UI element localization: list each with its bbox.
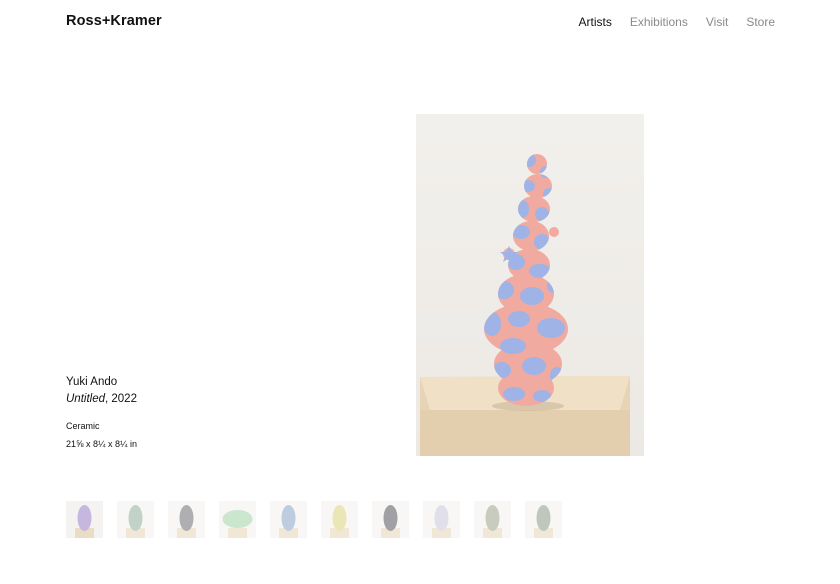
artwork-year: , 2022 xyxy=(105,393,137,405)
thumbnail-image xyxy=(534,505,553,538)
thumbnail-image xyxy=(177,505,196,538)
thumbnail-8[interactable] xyxy=(423,501,460,538)
ceramic-sculpture-image xyxy=(420,154,630,456)
artist-name[interactable]: Yuki Ando xyxy=(66,376,137,388)
thumbnail-6[interactable] xyxy=(321,501,358,538)
thumbnail-image xyxy=(432,505,451,538)
thumbnail-image xyxy=(279,505,298,538)
artwork-caption: Yuki Ando Untitled, 2022 Ceramic 21⅝ x 8… xyxy=(66,376,137,449)
nav-artists-link[interactable]: Artists xyxy=(578,15,611,29)
thumbnail-image xyxy=(330,505,349,538)
thumbnail-9[interactable] xyxy=(474,501,511,538)
artwork-dimensions: 21⅝ x 8¼ x 8¼ in xyxy=(66,439,138,449)
thumbnail-strip xyxy=(66,501,562,538)
thumbnail-10[interactable] xyxy=(525,501,562,538)
site-logo[interactable]: Ross+Kramer xyxy=(66,13,162,29)
thumbnail-4[interactable] xyxy=(219,501,256,538)
artwork-title-text: Untitled xyxy=(66,393,105,405)
artwork-medium: Ceramic xyxy=(66,421,100,431)
thumbnail-1[interactable] xyxy=(66,501,103,538)
thumbnail-2[interactable] xyxy=(117,501,154,538)
nav-visit-link[interactable]: Visit xyxy=(706,15,728,29)
artwork-main-image[interactable] xyxy=(416,114,644,456)
thumbnail-3[interactable] xyxy=(168,501,205,538)
nav-exhibitions-link[interactable]: Exhibitions xyxy=(630,15,688,29)
thumbnail-image xyxy=(126,505,145,538)
thumbnail-7[interactable] xyxy=(372,501,409,538)
thumbnail-image xyxy=(222,510,253,538)
nav-store-link[interactable]: Store xyxy=(746,15,775,29)
artwork-title: Untitled, 2022 xyxy=(66,393,137,405)
thumbnail-image xyxy=(75,505,94,538)
thumbnail-image xyxy=(483,505,502,538)
thumbnail-image xyxy=(381,505,400,538)
main-nav: Artists Exhibitions Visit Store xyxy=(578,15,775,29)
thumbnail-5[interactable] xyxy=(270,501,307,538)
